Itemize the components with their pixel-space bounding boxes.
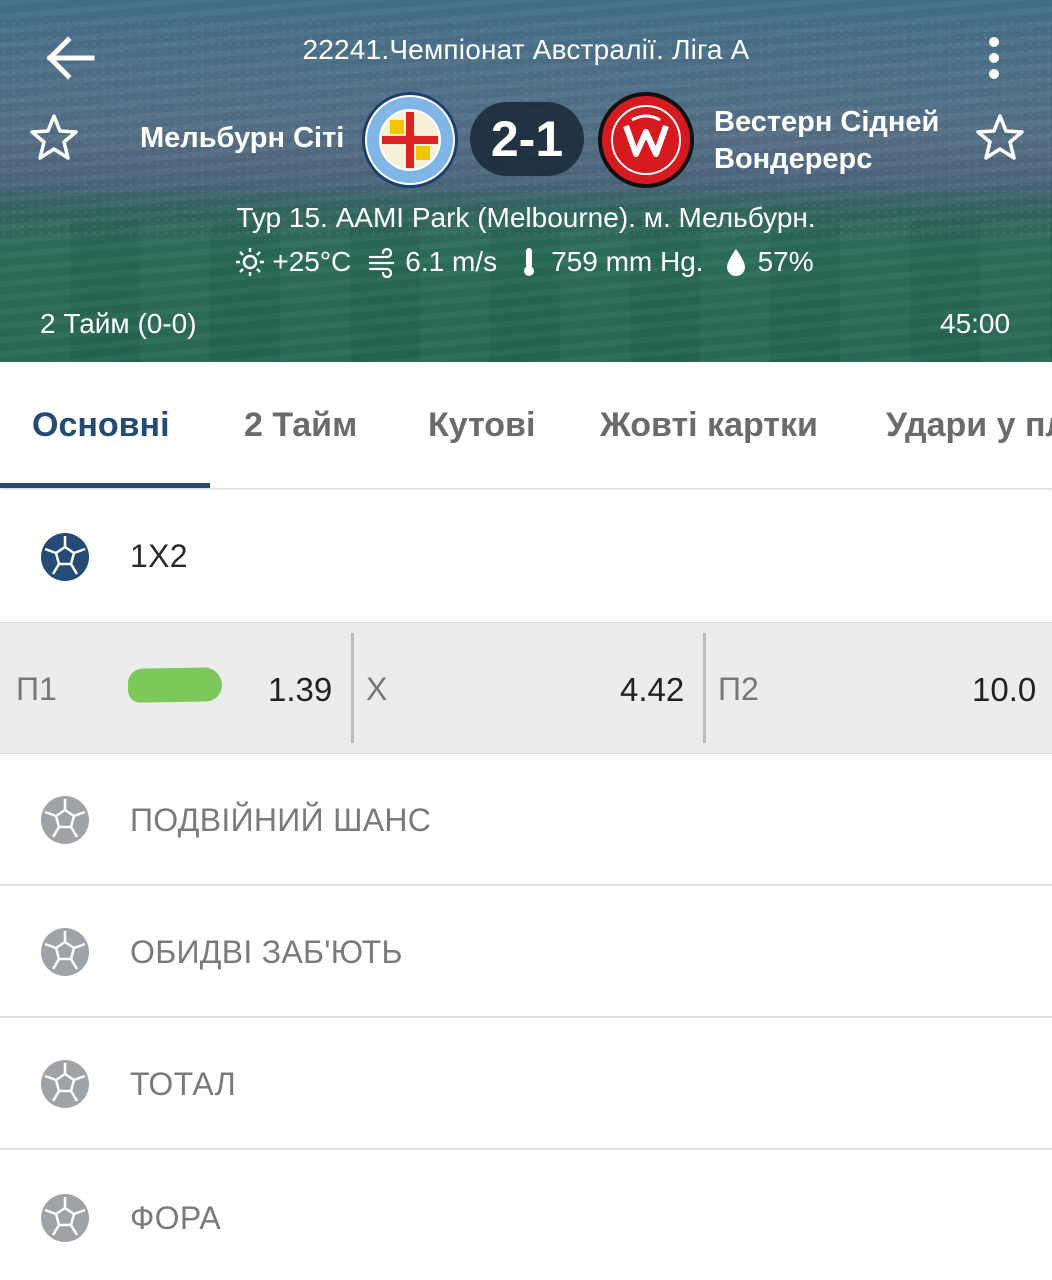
market-label: ФОРА — [130, 1200, 221, 1236]
wind-value: 6.1 m/s — [405, 246, 498, 277]
away-team-logo — [598, 92, 694, 188]
market-1x2-header[interactable]: 1X2 — [0, 490, 1052, 622]
soccer-ball-icon — [41, 1060, 89, 1108]
home-team-logo — [362, 92, 458, 188]
tab-main[interactable]: Основні — [32, 406, 170, 445]
odd-value-draw[interactable]: 4.42 — [620, 671, 684, 709]
market-handicap[interactable]: ФОРА — [0, 1150, 1052, 1280]
humidity-drop-icon — [726, 249, 745, 276]
sun-icon — [236, 248, 265, 276]
tab-yellow-cards[interactable]: Жовті картки — [600, 406, 818, 445]
weather-info: +25°C 6.1 m/s 759 mm Hg. 57% — [0, 246, 1052, 278]
market-both-score[interactable]: ОБИДВІ ЗАБ'ЮТЬ — [0, 886, 1052, 1018]
market-label: ПОДВІЙНИЙ ШАНС — [130, 802, 432, 838]
soccer-ball-icon — [41, 1194, 89, 1242]
more-vert-icon[interactable] — [980, 36, 1008, 80]
odd-name-away: П2 — [718, 671, 759, 707]
soccer-ball-icon — [41, 796, 89, 844]
soccer-ball-icon — [41, 928, 89, 976]
league-title: 22241.Чемпіонат Австралії. Ліга А — [302, 34, 750, 65]
tab-corners[interactable]: Кутові — [428, 406, 535, 445]
odds-divider — [703, 633, 706, 743]
tab-shots[interactable]: Удари у пл — [886, 406, 1052, 445]
market-label: ОБИДВІ ЗАБ'ЮТЬ — [130, 934, 403, 970]
tab-second-half[interactable]: 2 Тайм — [244, 406, 357, 445]
market-tabs: Основні 2 Тайм Кутові Жовті картки Удари… — [0, 362, 1052, 488]
favorite-star-icon-home[interactable] — [28, 112, 80, 164]
wind-icon — [369, 247, 395, 278]
match-period: 2 Тайм (0-0) — [40, 308, 197, 339]
favorite-star-icon-away[interactable] — [974, 112, 1026, 164]
market-total[interactable]: ТОТАЛ — [0, 1018, 1052, 1150]
market-label: ТОТАЛ — [130, 1066, 237, 1102]
match-header: 22241.Чемпіонат Австралії. Ліга А Мельбу… — [0, 0, 1052, 362]
soccer-ball-icon — [41, 533, 89, 581]
market-title-1x2: 1X2 — [130, 538, 188, 574]
odds-divider — [351, 633, 354, 743]
venue-info: Тур 15. AAMI Park (Melbourne). м. Мельбу… — [236, 202, 816, 233]
home-team-name: Мельбурн Сіті — [140, 122, 345, 154]
highlight-mark — [127, 667, 223, 703]
odd-name-home: П1 — [16, 671, 57, 707]
odd-name-draw: Х — [366, 671, 388, 707]
active-tab-indicator — [0, 483, 210, 488]
pressure-value: 759 mm Hg. — [551, 246, 704, 277]
odd-value-away[interactable]: 10.0 — [972, 671, 1036, 709]
humidity-value: 57% — [757, 246, 814, 277]
odd-value-home[interactable]: 1.39 — [268, 671, 332, 709]
match-clock: 45:00 — [940, 308, 1011, 339]
match-score: 2-1 — [470, 102, 584, 176]
away-team-name: Вестерн Сідней Вондерерс — [714, 106, 940, 175]
market-double-chance[interactable]: ПОДВІЙНИЙ ШАНС — [0, 754, 1052, 886]
thermometer-icon — [524, 248, 535, 276]
temperature-value: +25°C — [272, 246, 352, 277]
